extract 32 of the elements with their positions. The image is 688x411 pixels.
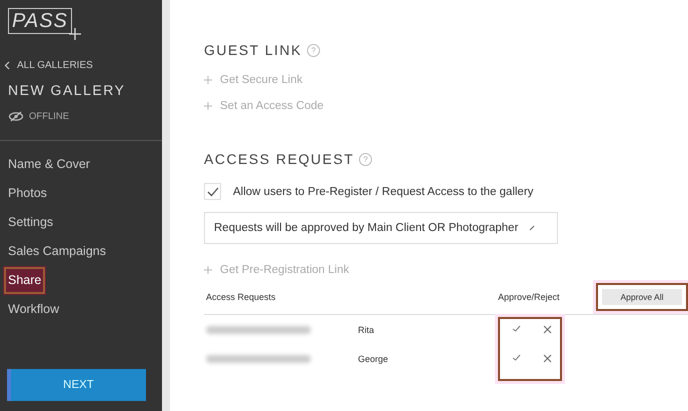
nav-item[interactable]: Sales Campaigns xyxy=(0,237,114,266)
gallery-title: NEW GALLERY xyxy=(8,82,126,98)
approval-dropdown[interactable]: Requests will be approved by Main Client OR Photographer xyxy=(204,212,558,244)
column-header: Access Requests xyxy=(205,292,277,302)
section-title: ACCESS REQUEST xyxy=(204,151,354,167)
checkbox-label: Allow users to Pre-Register / Request Access to the gallery xyxy=(233,186,534,198)
highlight-frame xyxy=(498,317,562,381)
back-link[interactable]: ALL GALLERIES xyxy=(4,60,162,71)
nav-item[interactable]: Photos xyxy=(0,179,55,208)
check-icon xyxy=(206,186,218,196)
next-button[interactable]: NEXT xyxy=(7,369,146,401)
nav-item[interactable]: Settings xyxy=(0,208,62,237)
section-title: GUEST LINK xyxy=(204,42,302,58)
approve-all-button[interactable]: Approve All xyxy=(602,289,682,305)
chevron-left-icon xyxy=(4,61,10,70)
eye-slash-icon xyxy=(8,111,24,122)
nav-item[interactable]: Share xyxy=(3,266,46,295)
plus-icon xyxy=(204,76,212,84)
requester-name: Rita xyxy=(358,324,376,334)
close-icon[interactable] xyxy=(541,352,554,365)
nav-item[interactable]: Workflow xyxy=(0,295,68,324)
plus-icon xyxy=(204,102,212,110)
nav-item[interactable]: Name & Cover xyxy=(0,150,98,179)
plus-icon xyxy=(68,28,81,40)
column-header: Approve/Reject xyxy=(498,292,561,302)
checkbox[interactable] xyxy=(204,183,221,200)
close-icon[interactable] xyxy=(541,323,554,336)
plus-icon xyxy=(204,266,212,274)
requester-name: George xyxy=(358,354,390,364)
logo: PASS xyxy=(8,8,72,34)
caret-icon xyxy=(529,225,535,231)
status-label: OFFLINE xyxy=(29,111,70,122)
